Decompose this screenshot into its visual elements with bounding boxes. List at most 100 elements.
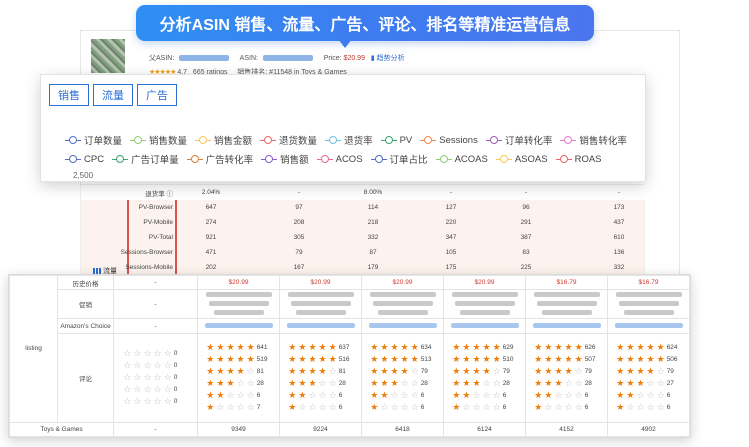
empty-cell: - xyxy=(113,289,198,320)
legend-item[interactable]: CPC xyxy=(65,152,104,166)
legend-item[interactable]: ACOS xyxy=(316,152,363,166)
star-icon: ☆ xyxy=(328,402,337,413)
legend-item[interactable]: 销售金额 xyxy=(195,133,252,147)
rating-count: 6 xyxy=(666,404,671,412)
star-icon: ★ xyxy=(564,366,573,377)
history-price-row: listing 历史价格 - $20.99 $20.99 $20.99 $20.99 $16.… xyxy=(9,274,690,423)
star-icon: ☆ xyxy=(410,402,419,413)
star-icon: ★ xyxy=(216,378,225,389)
star-icon: ★ xyxy=(616,390,625,401)
star-icon: ★ xyxy=(574,342,583,353)
star-icon: ★ xyxy=(616,378,625,389)
legend-item[interactable]: 退货数量 xyxy=(260,133,317,147)
star-icon: ★ xyxy=(246,342,255,353)
blurred-link[interactable] xyxy=(286,322,355,328)
rating-count: 6 xyxy=(502,392,507,400)
review-cell: ☆ ☆ ☆ ☆ ☆ 0 ☆ ☆ ☆ ☆ ☆ 0 ☆ ☆ ☆ ☆ ☆ 0 ☆ ☆ ☆ ☆ ☆ 0 ☆ ☆ ☆ ☆ ☆ 0 xyxy=(113,332,198,423)
star-icon: ★ xyxy=(482,366,491,377)
legend-item[interactable]: 广告订单量 xyxy=(112,152,179,166)
legend-item[interactable]: 销售额 xyxy=(261,152,309,166)
star-icon: ★ xyxy=(554,354,563,365)
star-icon: ☆ xyxy=(133,348,142,359)
star-icon: ★ xyxy=(626,342,635,353)
legend-item[interactable]: ASOAS xyxy=(495,152,548,166)
star-icon: ☆ xyxy=(646,402,655,413)
rating-line: ★ ★ ★ ☆ ☆ 28 xyxy=(206,379,270,389)
legend-row-1: 订单数量 销售数量 销售金额 退货数量 退货率 PV Sessions 订单转化率 销售转化率 xyxy=(65,133,627,147)
star-icon: ★ xyxy=(544,378,553,389)
rating-count: 0 xyxy=(173,350,178,358)
metric-value: - xyxy=(449,189,453,196)
star-icon: ★ xyxy=(370,342,379,353)
star-icon: ★ xyxy=(410,354,419,365)
metric-label: PV-Browser xyxy=(138,204,173,211)
product-thumbnail xyxy=(91,39,125,73)
blurred-link[interactable] xyxy=(532,322,601,328)
amazon-choice-cell xyxy=(525,318,608,334)
legend-label: 销售转化率 xyxy=(579,136,627,147)
amazon-choice-cell xyxy=(607,318,690,334)
legend-item[interactable]: 订单转化率 xyxy=(485,133,552,147)
legend-item[interactable]: 销售数量 xyxy=(130,133,187,147)
rating-line: ★ ★ ★ ★ ☆ 79 xyxy=(616,367,680,377)
metric-value: 96 xyxy=(522,204,530,211)
rating-line: ★ ★ ★ ★ ★ 510 xyxy=(452,355,516,365)
star-icon: ★ xyxy=(554,342,563,353)
blurred-link[interactable] xyxy=(614,322,683,328)
legend-item[interactable]: Sessions xyxy=(420,133,478,147)
star-icon: ★ xyxy=(308,354,317,365)
review-cell: ★ ★ ★ ★ ★ 634 ★ ★ ★ ★ ★ 513 ★ ★ ★ ★ ☆ 79 ★ ★ ★ ☆ ☆ 28 ★ ★ ☆ ☆ ☆ 6 ★ ☆ ☆ ☆… xyxy=(361,332,444,423)
metric-value: 97 xyxy=(295,204,303,211)
blurred-text xyxy=(208,300,269,306)
empty-cell: - xyxy=(113,318,198,334)
legend-item[interactable]: ACOAS xyxy=(435,152,488,166)
star-icon: ★ xyxy=(616,342,625,353)
legend-item[interactable]: 订单占比 xyxy=(370,152,428,166)
blurred-link[interactable] xyxy=(368,322,437,328)
star-icon: ★ xyxy=(216,342,225,353)
star-icon: ☆ xyxy=(133,384,142,395)
tab-traffic[interactable]: 流量 xyxy=(93,84,133,106)
star-icon: ★ xyxy=(564,354,573,365)
star-icon: ★ xyxy=(472,366,481,377)
metric-value: 347 xyxy=(445,234,457,241)
row-label: 历史价格 xyxy=(57,274,114,291)
rating-count: 506 xyxy=(666,356,678,364)
legend-item[interactable]: 退货率 xyxy=(325,133,373,147)
rating-count: 6 xyxy=(666,392,671,400)
legend-item[interactable]: 订单数量 xyxy=(65,133,122,147)
legend-label: ROAS xyxy=(574,153,602,165)
legend-item[interactable]: PV xyxy=(380,133,412,147)
blurred-link[interactable] xyxy=(204,322,273,328)
metric-value: 921 xyxy=(205,234,217,241)
rating-breakdown: ★ ★ ★ ★ ★ 634 ★ ★ ★ ★ ★ 513 ★ ★ ★ ★ ☆ 79 ★ ★ ★ ☆ ☆ 28 ★ ★ ☆ ☆ ☆ 6 ★ ☆ ☆ ☆… xyxy=(364,343,441,413)
trend-analysis-link[interactable]: ▮ 趋势分析 xyxy=(371,55,405,62)
star-icon: ★ xyxy=(492,342,501,353)
rating-count: 6 xyxy=(420,392,425,400)
blurred-link[interactable] xyxy=(450,322,519,328)
rating-count: 507 xyxy=(584,356,596,364)
legend-item[interactable]: ROAS xyxy=(555,152,602,166)
star-icon: ☆ xyxy=(143,372,152,383)
rating-line: ★ ★ ★ ★ ☆ 79 xyxy=(370,367,434,377)
rating-count: 6 xyxy=(502,404,507,412)
tab-ads[interactable]: 广告 xyxy=(137,84,177,106)
legend-label: 订单占比 xyxy=(389,155,428,166)
star-icon: ★ xyxy=(534,390,543,401)
star-icon: ★ xyxy=(226,354,235,365)
blurred-text xyxy=(287,291,354,297)
star-icon: ☆ xyxy=(133,360,142,371)
legend-item[interactable]: 销售转化率 xyxy=(560,133,627,147)
feature-banner: 分析ASIN 销售、流量、广告、评论、排名等精准运营信息 xyxy=(136,5,594,41)
star-icon: ★ xyxy=(462,378,471,389)
legend-item[interactable]: 广告转化率 xyxy=(186,152,253,166)
star-icon: ☆ xyxy=(656,366,665,377)
star-icon: ★ xyxy=(482,342,491,353)
tab-sales[interactable]: 销售 xyxy=(49,84,89,106)
star-icon: ☆ xyxy=(153,396,162,407)
history-price-cell: $20.99 xyxy=(361,274,444,291)
metric-value: 218 xyxy=(367,219,379,226)
promo-cell xyxy=(361,289,444,320)
star-icon: ★ xyxy=(534,366,543,377)
rating-count: 6 xyxy=(338,392,343,400)
